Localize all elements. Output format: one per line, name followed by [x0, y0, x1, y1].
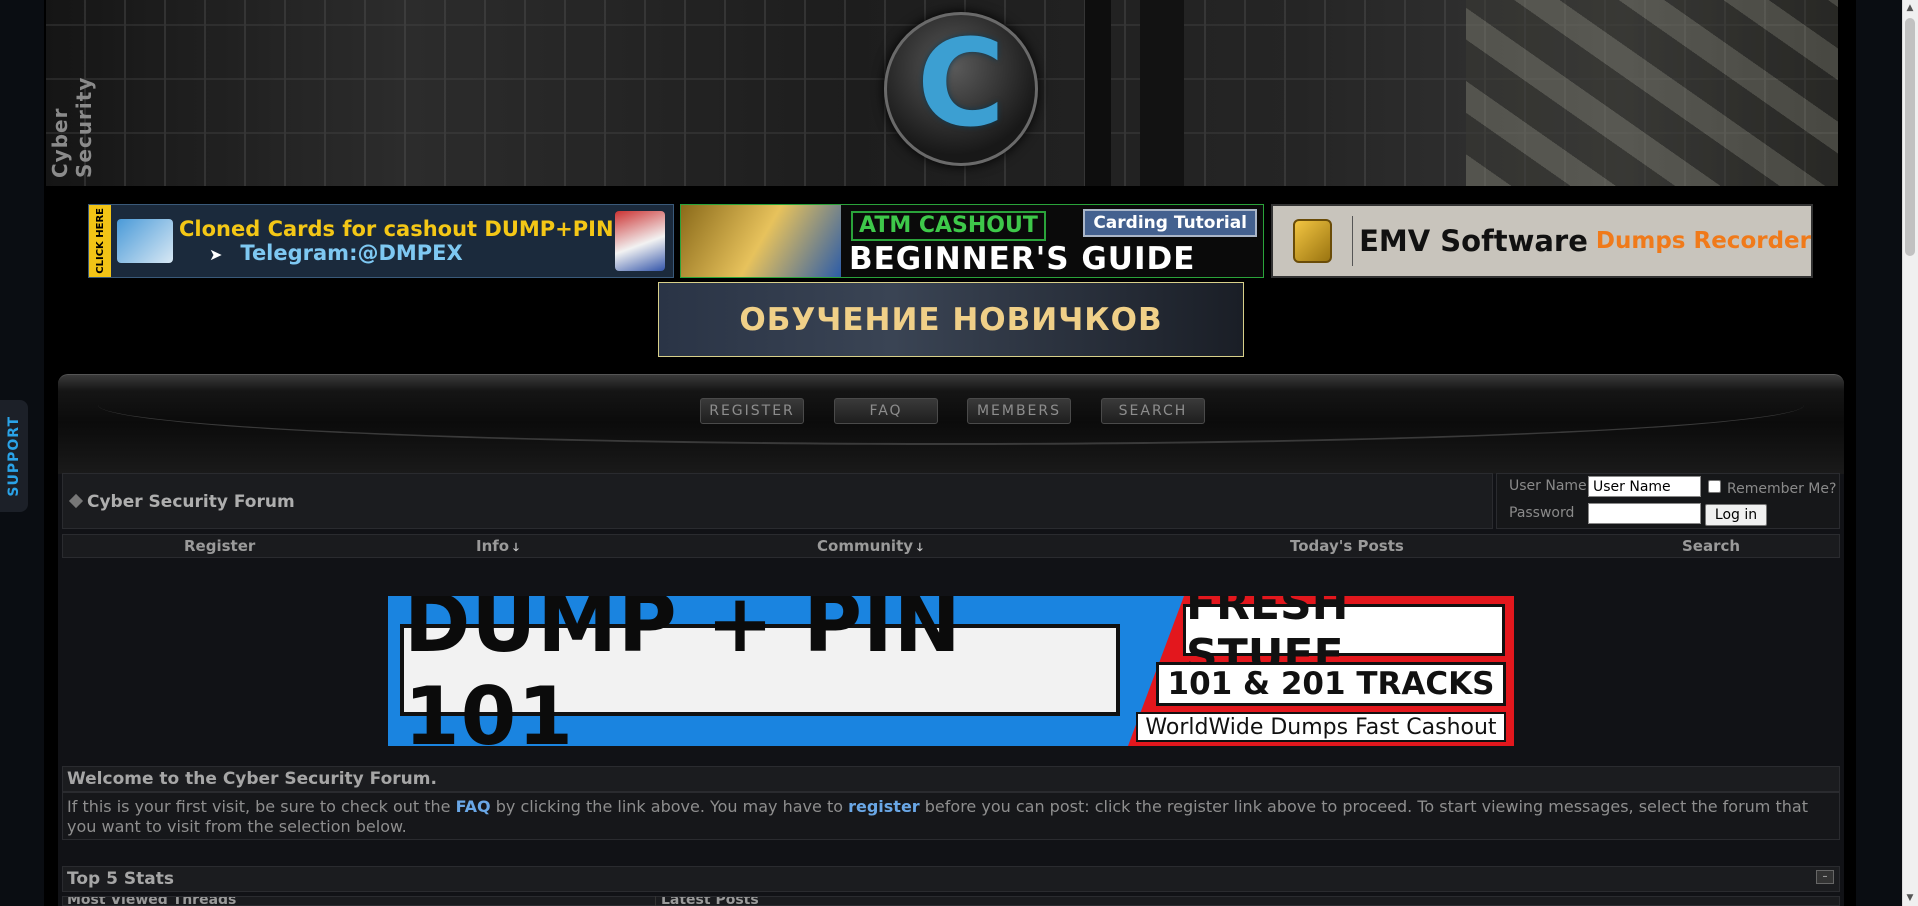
username-label: User Name: [1509, 478, 1587, 494]
navbit-icon: [68, 493, 84, 509]
stats-col-latest-posts[interactable]: Latest Posts: [661, 897, 759, 905]
subnav-community[interactable]: Community 🡓: [817, 535, 923, 559]
banner-cloned-cards[interactable]: CLICK HERE Cloned Cards for cashout DUMP…: [88, 204, 674, 278]
subnav-register[interactable]: Register: [184, 535, 255, 559]
site-header: Cyber Security C: [46, 0, 1838, 186]
scroll-thumb[interactable]: [1905, 18, 1915, 256]
forum-title-bar: Cyber Security Forum: [62, 473, 1493, 529]
visa-card-icon: [615, 211, 665, 271]
beginners-guide-label: BEGINNER'S GUIDE: [849, 241, 1196, 277]
username-input[interactable]: [1588, 476, 1701, 497]
sub-navbar: Register Info 🡓 Community 🡓 Today's Posts …: [62, 534, 1840, 558]
main-navbar: [58, 374, 1844, 474]
brand-vertical-text: Cyber Security: [48, 76, 96, 178]
collapse-icon[interactable]: –: [1816, 870, 1834, 884]
ad-fresh-stuff: FRESH STUFF: [1183, 596, 1505, 681]
ad-tracks: 101 & 201 TRACKS: [1156, 662, 1506, 706]
banner-cloned-cards-line1: Cloned Cards for cashout DUMP+PIN: [179, 217, 614, 241]
remember-me-checkbox[interactable]: [1708, 480, 1721, 493]
remember-me-label: Remember Me?: [1727, 481, 1837, 497]
register-link[interactable]: register: [848, 797, 920, 816]
subnav-info[interactable]: Info 🡓: [476, 535, 519, 559]
emv-subtitle: Dumps Recorder: [1595, 228, 1811, 254]
nav-members[interactable]: MEMBERS: [967, 398, 1071, 424]
login-box: User Name Remember Me? Password Log in: [1496, 473, 1840, 529]
dropdown-arrow-icon: 🡓: [513, 541, 519, 554]
emv-title: EMV Software: [1359, 224, 1588, 258]
dropdown-arrow-icon: 🡓: [917, 541, 923, 554]
login-button[interactable]: Log in: [1705, 504, 1767, 526]
ad-main-box: DUMP + PIN 101: [400, 596, 1120, 746]
faq-link[interactable]: FAQ: [456, 797, 491, 816]
welcome-heading: Welcome to the Cyber Security Forum.: [62, 766, 1840, 792]
training-label: ОБУЧЕНИЕ НОВИЧКОВ: [739, 301, 1163, 338]
support-tab[interactable]: SUPPORT: [0, 400, 28, 512]
banner-atm-cashout[interactable]: ATM CASHOUT Carding Tutorial BEGINNER'S …: [680, 204, 1264, 278]
subnav-search[interactable]: Search: [1682, 535, 1740, 559]
atm-cashout-label: ATM CASHOUT: [851, 211, 1046, 241]
stats-col-most-viewed[interactable]: Most Viewed Threads: [67, 897, 236, 905]
ad-worldwide: WorldWide Dumps Fast Cashout: [1136, 712, 1506, 742]
telegram-icon: ➤: [209, 245, 223, 264]
scroll-up-icon[interactable]: ▲: [1902, 0, 1918, 16]
cards-image: [681, 205, 841, 277]
support-label: SUPPORT: [6, 415, 22, 497]
stats-heading: Top 5 Stats: [62, 866, 1840, 892]
banner-emv-software[interactable]: EMV Software Dumps Recorder: [1271, 204, 1813, 278]
scroll-down-icon[interactable]: ▼: [1902, 890, 1918, 906]
site-logo[interactable]: C: [884, 12, 1038, 166]
carding-tutorial-label: Carding Tutorial: [1083, 209, 1257, 237]
ad-dump-pin[interactable]: DUMP + PIN 101 FRESH STUFF 101 & 201 TRA…: [388, 596, 1514, 746]
banner-cloned-cards-line2: ➤ Telegram:@DMPEX: [209, 241, 463, 265]
nav-faq[interactable]: FAQ: [834, 398, 938, 424]
password-input[interactable]: [1588, 503, 1701, 524]
banner-training[interactable]: ОБУЧЕНИЕ НОВИЧКОВ: [658, 282, 1244, 357]
credit-card-icon: [117, 219, 173, 263]
password-label: Password: [1509, 505, 1575, 521]
click-here-tag: CLICK HERE: [89, 205, 111, 277]
welcome-body: If this is your first visit, be sure to …: [62, 792, 1840, 840]
emv-chip-icon: [1293, 219, 1332, 263]
nav-search[interactable]: SEARCH: [1101, 398, 1205, 424]
subnav-todays-posts[interactable]: Today's Posts: [1290, 535, 1404, 559]
money-image: [1466, 0, 1838, 186]
nav-register[interactable]: REGISTER: [700, 398, 804, 424]
stats-columns: Most Viewed Threads Latest Posts: [62, 896, 1840, 906]
forum-title[interactable]: Cyber Security Forum: [87, 492, 295, 512]
